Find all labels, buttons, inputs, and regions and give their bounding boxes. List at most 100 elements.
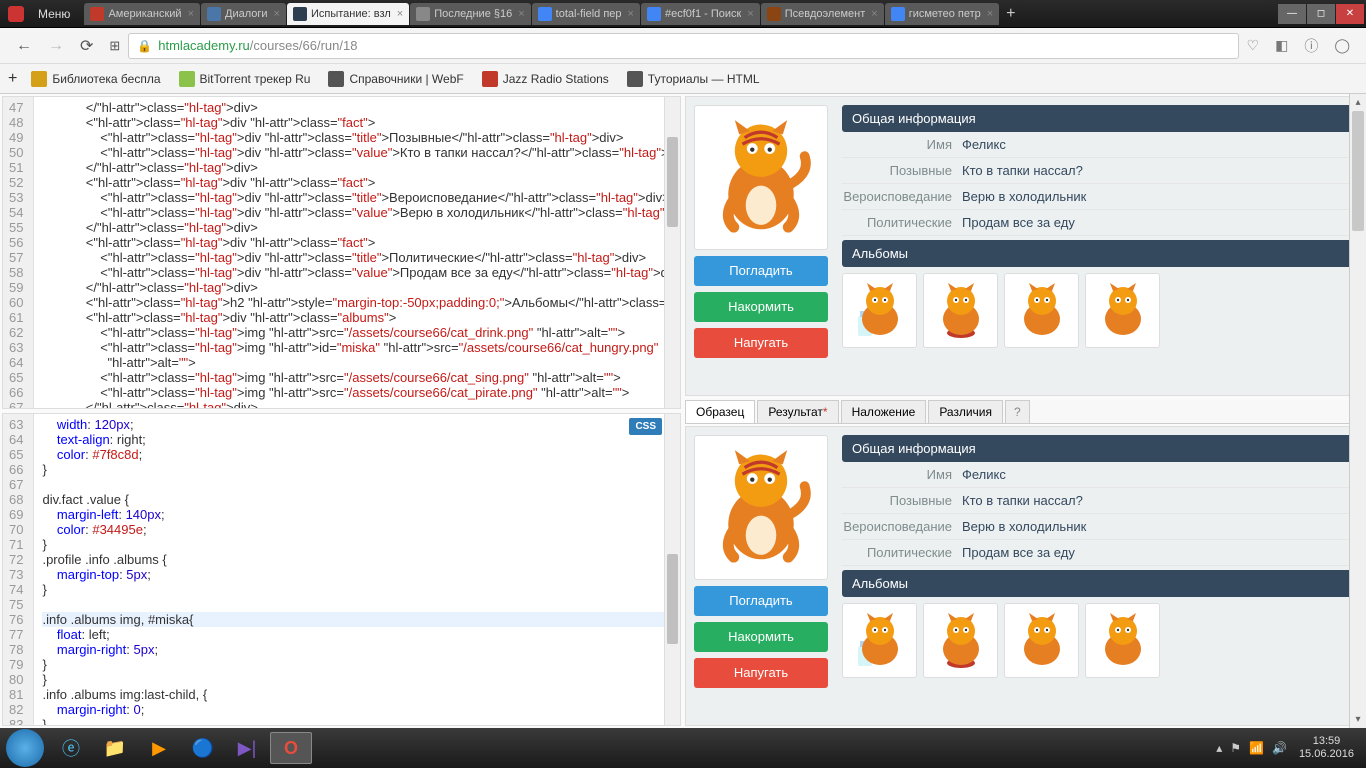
album-item[interactable] — [1004, 273, 1079, 348]
tab-close-icon[interactable]: × — [865, 8, 877, 20]
tray-up-icon[interactable]: ▴ — [1216, 741, 1222, 755]
tab-close-icon[interactable]: × — [512, 8, 524, 20]
browser-tab[interactable]: Американский× — [84, 3, 200, 25]
fact-row: ПозывныеКто в тапки нассал? — [842, 488, 1355, 514]
window-titlebar: Меню Американский×Диалоги×Испытание: взл… — [0, 0, 1366, 28]
scare-button[interactable]: Напугать — [694, 658, 828, 688]
albums — [842, 273, 1355, 348]
clock[interactable]: 13:59 15.06.2016 — [1299, 735, 1354, 761]
browser-tab[interactable]: Последние §16× — [410, 3, 530, 25]
bookmark-item[interactable]: BitTorrent трекер Ru — [179, 71, 311, 87]
maximize-button[interactable]: ◻ — [1307, 4, 1335, 24]
tab-close-icon[interactable]: × — [391, 8, 403, 20]
favorite-button[interactable]: ♡ — [1239, 37, 1268, 54]
browser-tab[interactable]: Испытание: взл× — [287, 3, 409, 25]
menu-button[interactable]: Меню — [30, 5, 78, 23]
taskbar: ⓔ 📁 ▶ 🔵 ▶| O ▴ ⚑ 📶 🔊 13:59 15.06.2016 — [0, 728, 1366, 768]
tray-flag-icon[interactable]: ⚑ — [1230, 741, 1241, 755]
address-bar: ← → ⟳ ⊞ 🔒 htmlacademy.ru/courses/66/run/… — [0, 28, 1366, 64]
reload-button[interactable]: ⟳ — [72, 36, 101, 56]
taskbar-ie-icon[interactable]: ⓔ — [50, 732, 92, 764]
result-preview: Погладить Накормить Напугать Общая инфор… — [685, 96, 1364, 396]
tray-network-icon[interactable]: 📶 — [1249, 741, 1264, 755]
url-path: /courses/66/run/18 — [250, 38, 358, 53]
home-button[interactable]: ⊞ — [101, 38, 128, 54]
css-badge: CSS — [629, 418, 662, 435]
fact-row: ПолитическиеПродам все за еду — [842, 210, 1355, 236]
extension-icon[interactable]: ◧ — [1267, 37, 1296, 54]
css-scrollbar[interactable] — [664, 414, 680, 725]
browser-tab[interactable]: гисметео петр× — [885, 3, 999, 25]
url-domain: htmlacademy.ru — [158, 38, 250, 53]
albums — [842, 603, 1355, 678]
browser-tab[interactable]: Диалоги× — [201, 3, 286, 25]
taskbar-media-icon[interactable]: ▶ — [138, 732, 180, 764]
feed-button[interactable]: Накормить — [694, 622, 828, 652]
window-controls: — ◻ ✕ — [1277, 4, 1364, 24]
taskbar-chrome-icon[interactable]: 🔵 — [182, 732, 224, 764]
html-editor[interactable]: 4748495051525354555657585960616263646566… — [2, 96, 681, 409]
browser-tab[interactable]: total-field пер× — [532, 3, 640, 25]
info-header: Общая информация — [842, 105, 1355, 132]
tab-overlay[interactable]: Наложение — [841, 400, 927, 423]
tab-sample[interactable]: Образец — [685, 400, 755, 423]
back-button[interactable]: ← — [8, 37, 40, 55]
account-icon[interactable]: ◯ — [1326, 37, 1358, 54]
html-scrollbar[interactable] — [664, 97, 680, 408]
browser-tab[interactable]: #ecf0f1 - Поиск× — [641, 3, 760, 25]
taskbar-explorer-icon[interactable]: 📁 — [94, 732, 136, 764]
avatar — [694, 435, 828, 580]
minimize-button[interactable]: — — [1278, 4, 1306, 24]
fact-row: ВероисповеданиеВерю в холодильник — [842, 184, 1355, 210]
fact-row: ВероисповеданиеВерю в холодильник — [842, 514, 1355, 540]
new-tab-button[interactable]: + — [1000, 5, 1021, 23]
pet-button[interactable]: Погладить — [694, 586, 828, 616]
css-editor[interactable]: CSS 636465666768697071727374757677787980… — [2, 413, 681, 726]
preview-tabs: Образец Результат* Наложение Различия ? — [685, 400, 1364, 424]
album-item[interactable] — [1085, 603, 1160, 678]
tray-volume-icon[interactable]: 🔊 — [1272, 741, 1287, 755]
opera-icon[interactable] — [8, 6, 24, 22]
bookmark-item[interactable]: Справочники | WebF — [328, 71, 463, 87]
close-button[interactable]: ✕ — [1336, 4, 1364, 24]
tab-close-icon[interactable]: × — [268, 8, 280, 20]
albums-header: Альбомы — [842, 570, 1355, 597]
clock-date: 15.06.2016 — [1299, 748, 1354, 761]
fact-row: ПозывныеКто в тапки нассал? — [842, 158, 1355, 184]
url-input[interactable]: 🔒 htmlacademy.ru/courses/66/run/18 — [128, 33, 1238, 59]
info-header: Общая информация — [842, 435, 1355, 462]
info-icon[interactable]: ⓘ — [1296, 36, 1326, 56]
tab-close-icon[interactable]: × — [981, 8, 993, 20]
system-tray: ▴ ⚑ 📶 🔊 13:59 15.06.2016 — [1212, 735, 1360, 761]
feed-button[interactable]: Накормить — [694, 292, 828, 322]
album-item[interactable] — [1085, 273, 1160, 348]
bookmark-item[interactable]: Jazz Radio Stations — [482, 71, 609, 87]
page-scrollbar[interactable]: ▴ ▾ — [1349, 94, 1366, 728]
album-item[interactable] — [923, 273, 998, 348]
bookmarks-bar: + Библиотека беспла BitTorrent трекер Ru С… — [0, 64, 1366, 94]
album-item[interactable] — [842, 273, 917, 348]
tab-help[interactable]: ? — [1005, 400, 1030, 423]
album-item[interactable] — [1004, 603, 1079, 678]
taskbar-player-icon[interactable]: ▶| — [226, 732, 268, 764]
scare-button[interactable]: Напугать — [694, 328, 828, 358]
album-item[interactable] — [842, 603, 917, 678]
start-button[interactable] — [6, 729, 44, 767]
tab-diff[interactable]: Различия — [928, 400, 1003, 423]
bookmark-item[interactable]: Библиотека беспла — [31, 71, 160, 87]
tab-result[interactable]: Результат* — [757, 400, 838, 423]
tab-close-icon[interactable]: × — [182, 8, 194, 20]
album-item[interactable] — [923, 603, 998, 678]
tab-close-icon[interactable]: × — [622, 8, 634, 20]
bookmark-item[interactable]: Туториалы — HTML — [627, 71, 760, 87]
tab-close-icon[interactable]: × — [741, 8, 753, 20]
fact-row: ИмяФеликс — [842, 462, 1355, 488]
sample-preview: Погладить Накормить Напугать Общая инфор… — [685, 426, 1364, 726]
page-content: 4748495051525354555657585960616263646566… — [0, 94, 1366, 728]
browser-tab[interactable]: Псевдоэлемент× — [761, 3, 884, 25]
fact-row: ИмяФеликс — [842, 132, 1355, 158]
taskbar-opera-icon[interactable]: O — [270, 732, 312, 764]
forward-button[interactable]: → — [40, 37, 72, 55]
add-bookmark-button[interactable]: + — [8, 70, 17, 88]
pet-button[interactable]: Погладить — [694, 256, 828, 286]
